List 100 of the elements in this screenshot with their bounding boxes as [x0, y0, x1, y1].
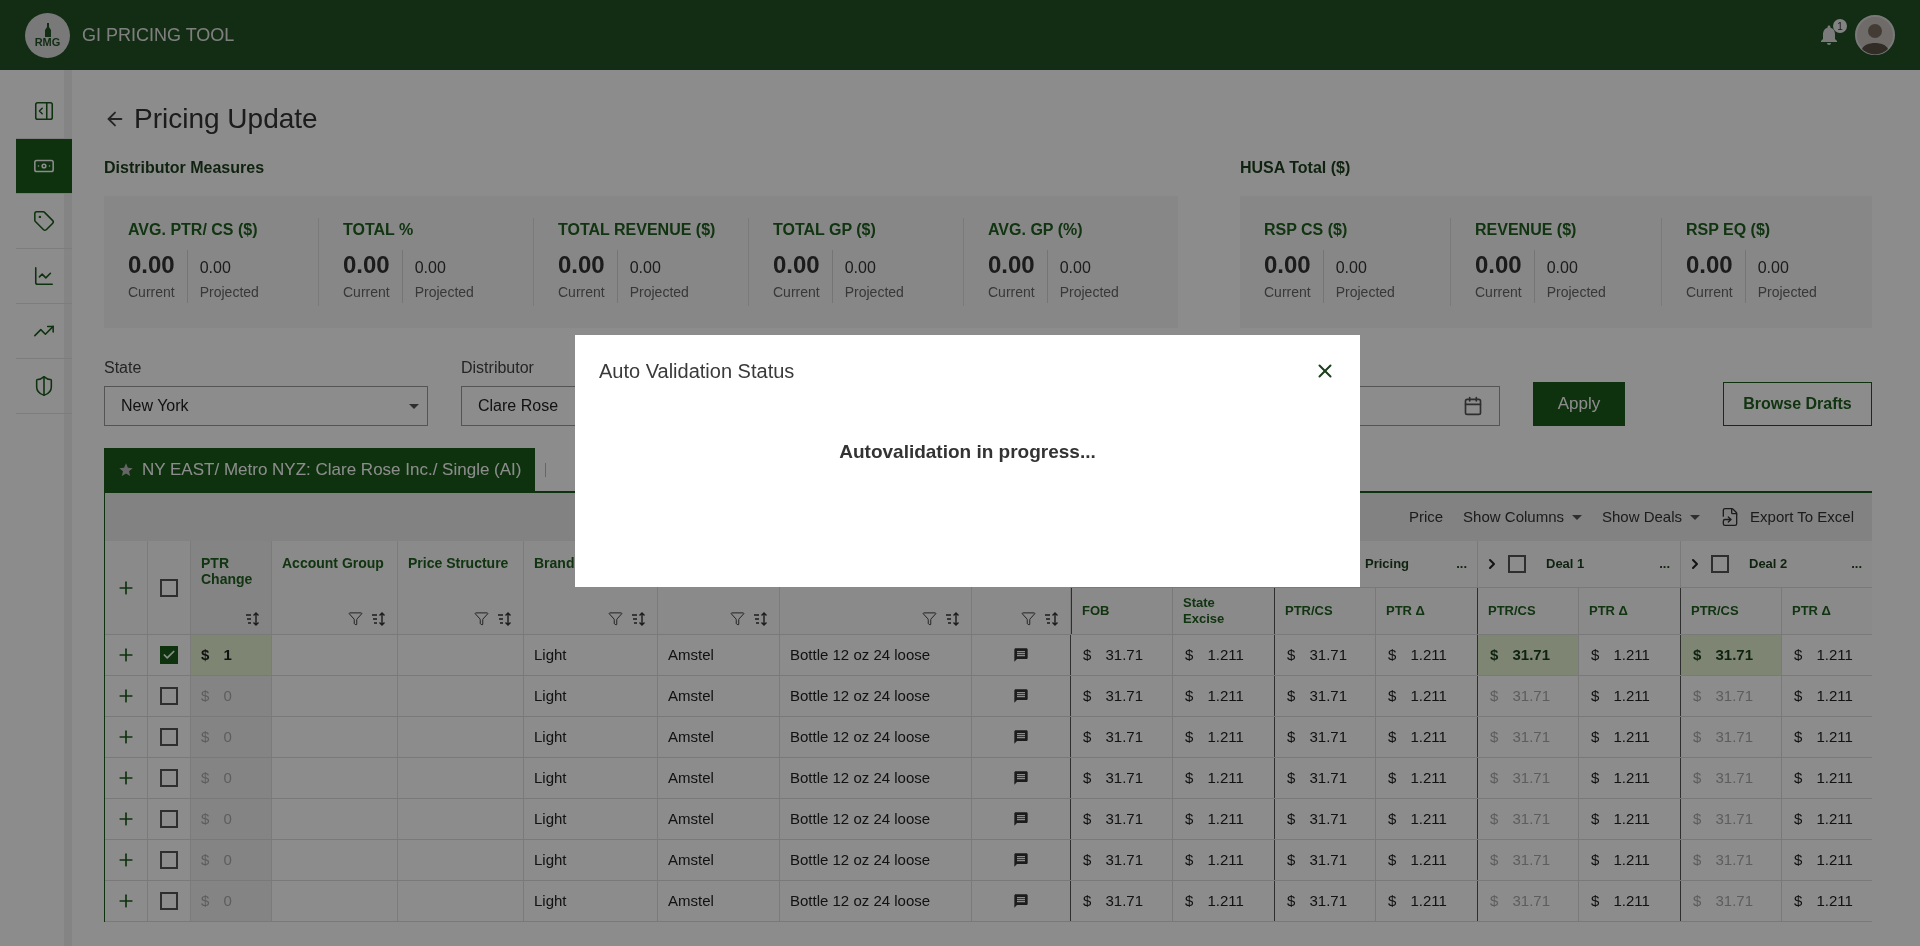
table-cell-text: Light — [534, 808, 567, 829]
table-cell-text: $ 31.71 — [1287, 767, 1348, 788]
table-cell-text: $ 31.71 — [1083, 685, 1144, 706]
checkbox[interactable] — [160, 769, 178, 787]
page-title: Pricing Update — [134, 102, 318, 136]
comment-icon[interactable] — [1013, 852, 1029, 868]
field-label: State — [104, 358, 143, 378]
column-title: PTR/CS — [1285, 603, 1334, 620]
sort-icon[interactable] — [945, 611, 961, 626]
comment-icon[interactable] — [1013, 770, 1029, 786]
table-cell-text: $ 1.211 — [1591, 644, 1650, 665]
column-title: PTR Change — [201, 555, 254, 587]
sort-icon[interactable] — [371, 611, 387, 626]
table-cell-text: $ 31.71 — [1287, 644, 1348, 665]
column-title: PTR/CS — [1691, 603, 1740, 620]
filter-icon[interactable] — [730, 611, 745, 626]
table-cell-text: $ 1.211 — [1591, 767, 1650, 788]
table-cell-text: $ 1.211 — [1185, 890, 1244, 911]
metric-label: RSP EQ ($) — [1686, 220, 1772, 240]
checkbox[interactable] — [1711, 555, 1729, 574]
metric-label: AVG. GP (%) — [988, 220, 1084, 240]
filter-icon[interactable] — [474, 611, 489, 626]
metric-projected: 0.00 — [1546, 258, 1579, 278]
table-row[interactable]: $ 1 Light Amstel Bottle 12 oz 24 loose $ 31.71 $ 1.211 $ 31.71 $ 1.211 $ 31.71 $ 1.211 $ 31.71 $ 1.211 — [105, 635, 1872, 676]
filter-icon[interactable] — [348, 611, 363, 626]
filter-icon[interactable] — [922, 611, 937, 626]
notification-count: 1 — [1833, 19, 1847, 33]
toolbar-link[interactable]: Price — [1408, 505, 1444, 529]
group-menu[interactable]: ... — [1456, 554, 1467, 574]
table-cell-text: $ 1.211 — [1591, 808, 1650, 829]
metric-current: 0.00 — [988, 250, 1035, 280]
sort-icon[interactable] — [245, 612, 261, 626]
comment-icon[interactable] — [1013, 729, 1029, 745]
table-cell-text: $ 31.71 — [1490, 644, 1551, 665]
export-button[interactable]: Export To Excel — [1720, 505, 1854, 529]
sort-icon[interactable] — [1044, 611, 1060, 626]
tab[interactable]: NY EAST/ Metro NYZ: Clare Rose Inc./ Single (AI) — [104, 448, 536, 491]
table-cell-text: Amstel — [668, 849, 714, 870]
table-cell-text: Amstel — [668, 685, 714, 706]
calendar-icon[interactable] — [1463, 396, 1483, 416]
table-cell-text: $ 1.211 — [1794, 767, 1853, 788]
metric-current: 0.00 — [1264, 250, 1311, 280]
table-cell-text: $ 1.211 — [1794, 644, 1853, 665]
checkbox[interactable] — [160, 728, 178, 746]
group-menu[interactable]: ... — [1659, 554, 1670, 574]
table-cell-text: $ 1.211 — [1794, 849, 1853, 870]
sort-icon[interactable] — [631, 611, 647, 626]
column-title: PTR Δ — [1792, 603, 1832, 620]
state-select[interactable]: New York — [104, 386, 428, 426]
metric-caption: Projected — [844, 283, 904, 302]
metric-projected: 0.00 — [844, 258, 877, 278]
checkbox[interactable] — [160, 892, 178, 910]
tag-icon — [33, 210, 55, 232]
group-menu[interactable]: ... — [1851, 554, 1862, 574]
checkbox[interactable] — [160, 646, 178, 664]
toolbar-dropdown[interactable]: Show Columns — [1463, 505, 1582, 529]
sidebar-item[interactable] — [16, 139, 72, 194]
table-cell-text: Bottle 12 oz 24 loose — [790, 644, 931, 665]
sort-icon[interactable] — [497, 611, 513, 626]
metric-projected: 0.00 — [199, 258, 232, 278]
apply-button[interactable]: Apply — [1533, 382, 1625, 426]
checkbox[interactable] — [160, 687, 178, 705]
table-cell-text: Bottle 12 oz 24 loose — [790, 685, 931, 706]
table-cell-text: $ 1.211 — [1388, 644, 1447, 665]
metric-projected: 0.00 — [414, 258, 447, 278]
table-cell-text: Light — [534, 849, 567, 870]
checkbox[interactable] — [160, 810, 178, 828]
table-cell-text: $ 1.211 — [1185, 849, 1244, 870]
metric-label: REVENUE ($) — [1475, 220, 1578, 240]
table-cell-text: Light — [534, 644, 567, 665]
filter-icon[interactable] — [608, 611, 623, 626]
metric-current: 0.00 — [128, 250, 175, 280]
column-title: FOB — [1082, 603, 1111, 620]
avatar[interactable] — [1855, 15, 1895, 55]
toolbar-dropdown[interactable]: Show Deals — [1602, 505, 1701, 529]
comment-icon[interactable] — [1013, 811, 1029, 827]
table-cell-text: Amstel — [668, 726, 714, 747]
table-cell-text: $ 31.71 — [1083, 808, 1144, 829]
metric-caption: Current — [773, 283, 820, 302]
metric-current: 0.00 — [1686, 250, 1733, 280]
browse-drafts-button[interactable]: Browse Drafts — [1723, 382, 1872, 426]
column-title: PTR Δ — [1386, 603, 1426, 620]
sort-icon[interactable] — [753, 611, 769, 626]
table-cell-text: Amstel — [668, 890, 714, 911]
table-cell-text: $ 31.71 — [1287, 890, 1348, 911]
filter-icon[interactable] — [1021, 611, 1036, 626]
table-cell-text: Amstel — [668, 808, 714, 829]
checkbox[interactable] — [1508, 555, 1526, 574]
checkbox[interactable] — [160, 851, 178, 869]
star-icon[interactable] — [118, 461, 134, 478]
comment-icon[interactable] — [1013, 688, 1029, 704]
table-cell-text: Amstel — [668, 644, 714, 665]
checkbox[interactable] — [160, 578, 178, 597]
comment-icon[interactable] — [1013, 893, 1029, 909]
metric-projected: 0.00 — [1059, 258, 1092, 278]
section-title: HUSA Total ($) — [1240, 158, 1352, 178]
table-cell-text: Bottle 12 oz 24 loose — [790, 849, 931, 870]
metric-label: RSP CS ($) — [1264, 220, 1349, 240]
table-cell-text: $ 31.71 — [1083, 890, 1144, 911]
comment-icon[interactable] — [1013, 647, 1029, 663]
